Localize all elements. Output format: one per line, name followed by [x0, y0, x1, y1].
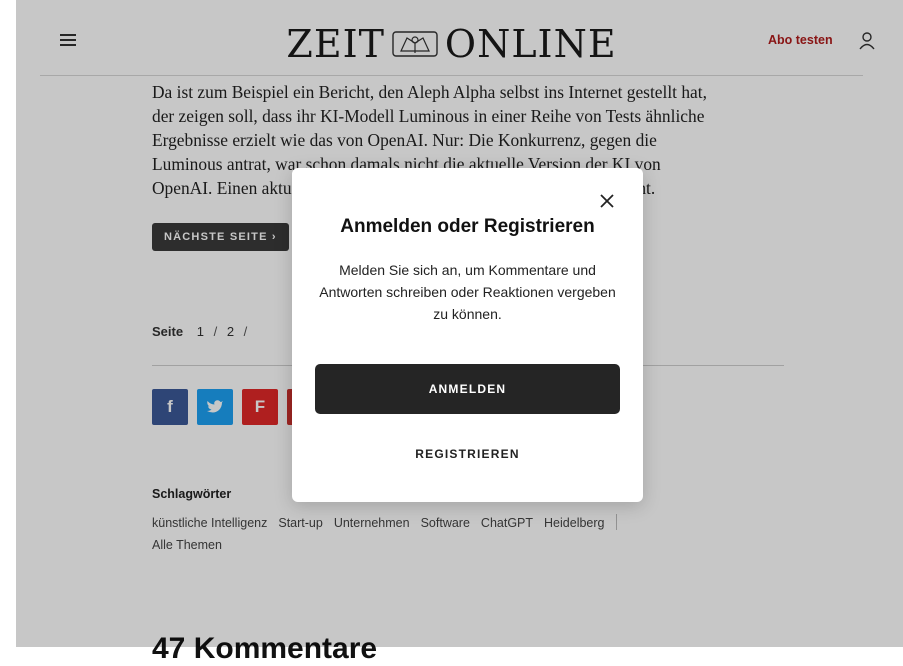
dialog-title: Anmelden oder Registrieren [340, 216, 595, 237]
viewport-edge [0, 0, 16, 647]
login-button[interactable]: ANMELDEN [315, 364, 620, 414]
dialog-text: Melden Sie sich an, um Kommentare und An… [319, 262, 616, 322]
close-icon[interactable] [598, 192, 616, 210]
register-button[interactable]: REGISTRIEREN [315, 434, 620, 474]
login-dialog: Anmelden oder Registrieren Melden Sie si… [292, 168, 643, 502]
